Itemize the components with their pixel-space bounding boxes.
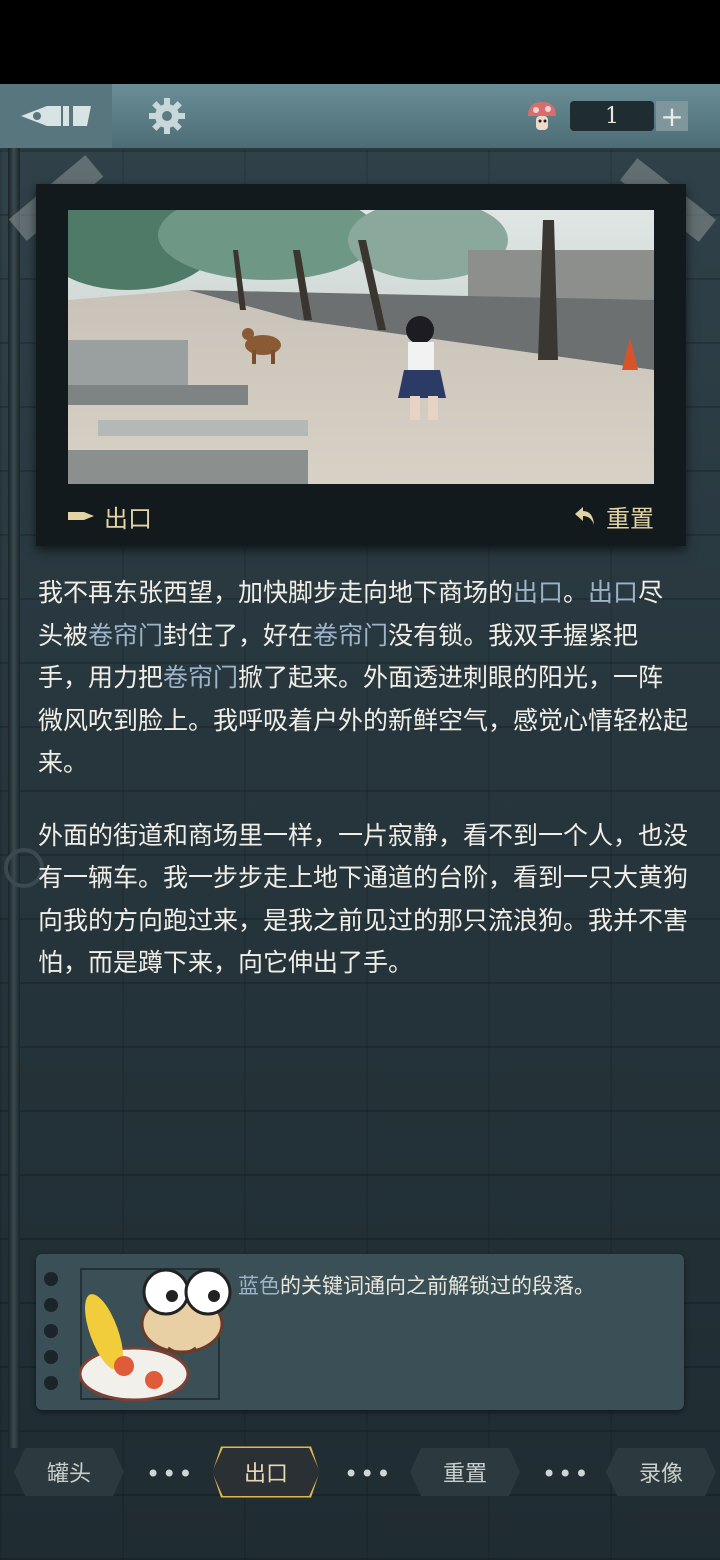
binder-hole: [44, 1298, 58, 1312]
separator-dots: •••: [542, 1460, 591, 1488]
separator-dots: •••: [146, 1460, 195, 1488]
tab-exit[interactable]: 出口: [212, 1448, 320, 1496]
hint-box: 蓝色的关键词通向之前解锁过的段落。: [36, 1254, 684, 1410]
hint-keyword: 蓝色: [238, 1274, 280, 1298]
mascot-character-icon: [78, 1268, 232, 1402]
hint-rest: 的关键词通向之前解锁过的段落。: [280, 1274, 595, 1298]
add-currency-button[interactable]: +: [656, 100, 688, 133]
binder-hole: [44, 1272, 58, 1286]
story-text-run: 封住了，好在: [163, 620, 314, 650]
scene-photo: [68, 210, 654, 484]
fountain-pen-icon: [21, 106, 91, 126]
story-text: 我不再东张西望，加快脚步走向地下商场的出口。出口尽头被卷帘门封住了，好在卷帘门没…: [38, 572, 688, 1015]
settings-button[interactable]: [112, 84, 222, 148]
arrow-right-icon: [68, 512, 94, 520]
left-rail: [4, 148, 44, 1448]
photo-footer: 出口 重置: [68, 496, 654, 536]
keyword-link[interactable]: 卷帘门: [163, 663, 238, 692]
separator-dots: •••: [344, 1460, 393, 1488]
tab-video[interactable]: 录像: [606, 1448, 716, 1496]
pen-logo-button[interactable]: [0, 84, 112, 148]
currency-counter: 1 +: [524, 98, 688, 134]
reset-link[interactable]: 重置: [574, 499, 654, 534]
mushroom-icon: [528, 102, 556, 130]
keyword-link[interactable]: 出口: [588, 578, 638, 607]
exit-link[interactable]: 出口: [68, 499, 152, 534]
chapter-nav: 罐头 ••• 出口 ••• 重置 ••• 录像: [0, 1446, 720, 1502]
tab-label: 录像: [638, 1462, 683, 1487]
tab-canned[interactable]: 罐头: [14, 1448, 124, 1496]
hint-text: 蓝色的关键词通向之前解锁过的段落。: [238, 1270, 595, 1300]
tab-label: 出口: [243, 1462, 288, 1487]
story-text-run: 外面的街道和商场里一样，一片寂静，看不到一个人，也没有一辆车。我一步步走上地下通…: [38, 820, 689, 978]
keyword-link[interactable]: 卷帘门: [313, 621, 388, 650]
app-screen: 1 + 出口 重置 我不再东张西望，加快脚步走向地下商场的出口。出口尽头被卷帘门…: [0, 84, 720, 1560]
top-bar: 1 +: [0, 84, 720, 150]
currency-count: 1: [570, 101, 654, 131]
binder-hole: [44, 1350, 58, 1364]
gear-icon: [149, 98, 185, 134]
reset-label: 重置: [606, 504, 654, 533]
scene-photo-card: 出口 重置: [36, 184, 686, 546]
keyword-link[interactable]: 出口: [513, 578, 563, 607]
tab-reset[interactable]: 重置: [410, 1448, 520, 1496]
undo-arrow-icon: [575, 507, 594, 525]
tab-label: 重置: [442, 1462, 487, 1487]
keyword-link[interactable]: 卷帘门: [88, 621, 163, 650]
story-text-run: 。: [563, 578, 589, 607]
binder-hole: [44, 1324, 58, 1338]
exit-label: 出口: [104, 504, 152, 533]
tab-label: 罐头: [46, 1462, 91, 1487]
story-paragraph: 我不再东张西望，加快脚步走向地下商场的出口。出口尽头被卷帘门封住了，好在卷帘门没…: [38, 572, 688, 785]
binder-hole: [44, 1376, 58, 1390]
story-text-run: 我不再东张西望，加快脚步走向地下商场的: [38, 578, 514, 607]
story-paragraph: 外面的街道和商场里一样，一片寂静，看不到一个人，也没有一辆车。我一步步走上地下通…: [38, 815, 688, 985]
